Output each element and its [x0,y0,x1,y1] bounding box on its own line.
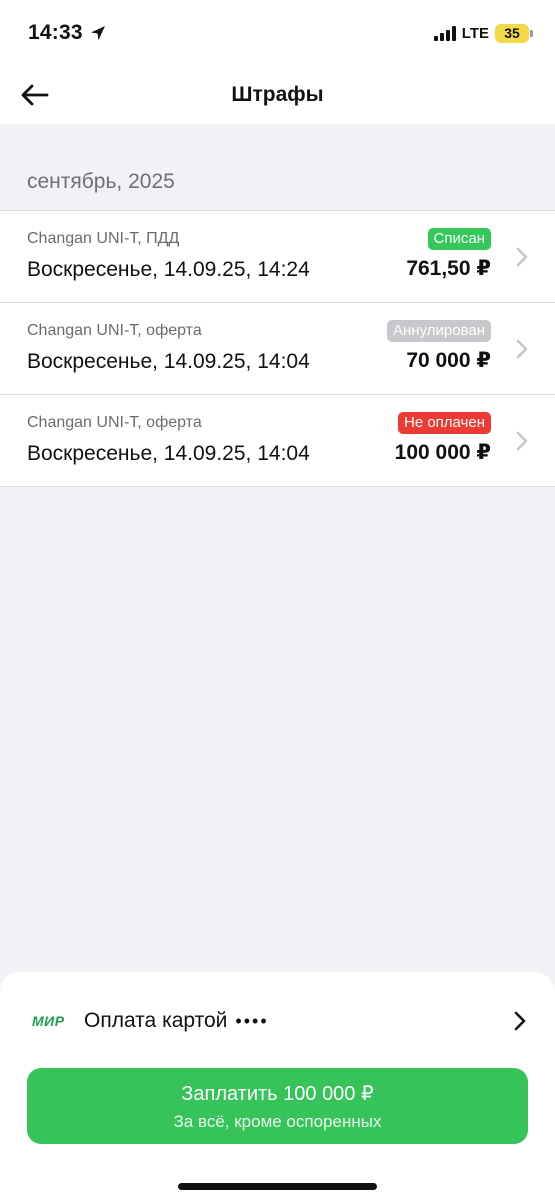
fine-car: Changan UNI-T, оферта [27,414,202,431]
home-indicator [178,1183,377,1190]
battery-icon: 35 [495,23,533,43]
payment-sheet: МИР Оплата картой •••• Заплатить 100 000… [0,972,555,1200]
arrow-left-icon [21,84,49,106]
card-mask: •••• [235,1010,269,1031]
chevron-right-icon [516,339,528,359]
status-badge: Аннулирован [387,320,491,342]
battery-level: 35 [504,25,520,41]
fine-date: Воскресенье, 14.09.25, 14:24 [27,258,310,281]
status-badge: Не оплачен [397,412,491,434]
location-arrow-icon [90,26,105,40]
fine-car: Changan UNI-T, ПДД [27,230,180,247]
payment-method-selector[interactable]: МИР Оплата картой •••• [0,1000,555,1042]
fines-list: Changan UNI-T, ПДД Воскресенье, 14.09.25… [0,210,555,487]
status-left: 14:33 [28,21,107,45]
status-time: 14:33 [28,21,83,44]
fine-amount: 761,50 ₽ [406,257,491,280]
signal-icon [433,25,456,41]
network-label: LTE [461,24,489,42]
screen: 14:33 LTE 35 Штрафы сентябрь, 2025 Chang… [0,0,555,1200]
fine-car: Changan UNI-T, оферта [27,322,202,339]
pay-button[interactable]: Заплатить 100 000 ₽ За всё, кроме оспоре… [27,1068,528,1144]
fine-amount: 70 000 ₽ [406,349,491,372]
fine-date: Воскресенье, 14.09.25, 14:04 [27,350,310,373]
status-bar: 14:33 LTE 35 [0,0,555,66]
nav-bar: Штрафы [0,66,555,124]
chevron-right-icon [516,431,528,451]
chevron-right-icon [516,247,528,267]
fine-date: Воскресенье, 14.09.25, 14:04 [27,442,310,465]
pay-button-sublabel: За всё, кроме оспоренных [173,1111,382,1131]
status-right: LTE 35 [433,23,533,43]
status-badge: Списан [427,228,491,250]
page-title: Штрафы [231,83,324,106]
back-button[interactable] [16,76,54,114]
mir-logo: МИР [32,1013,65,1029]
fine-row[interactable]: Changan UNI-T, оферта Воскресенье, 14.09… [0,303,555,395]
fine-row[interactable]: Changan UNI-T, оферта Воскресенье, 14.09… [0,395,555,487]
fine-amount: 100 000 ₽ [394,441,491,464]
payment-label: Оплата картой [84,1009,228,1032]
chevron-right-icon [514,1011,526,1031]
month-header: сентябрь, 2025 [27,170,175,193]
pay-button-label: Заплатить 100 000 ₽ [181,1082,374,1105]
fine-row[interactable]: Changan UNI-T, ПДД Воскресенье, 14.09.25… [0,211,555,303]
